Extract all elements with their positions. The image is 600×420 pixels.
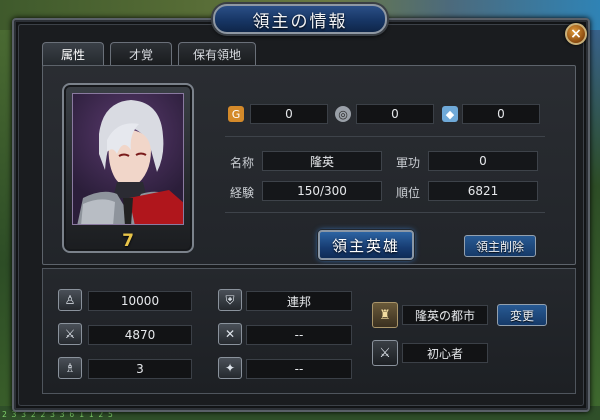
close-icon: × [570, 26, 582, 42]
tab-bar: 属性 才覚 保有領地 [42, 42, 257, 66]
emblem-icon: ✦ [218, 357, 242, 379]
tab-territories[interactable]: 保有領地 [178, 42, 257, 66]
emblem-value: -- [246, 359, 352, 379]
remove-lord-button[interactable]: 領主削除 [464, 235, 536, 257]
lord-portrait [72, 93, 184, 225]
gold-coin-icon: G [228, 106, 244, 122]
name-label: 名称 [229, 156, 254, 170]
troops-value: 10000 [88, 291, 192, 311]
divider-top [225, 136, 545, 137]
units-value: 3 [88, 359, 192, 379]
divider-bottom [225, 212, 545, 213]
stone-value: 0 [356, 104, 434, 124]
tab-attributes[interactable]: 属性 [42, 42, 104, 66]
alliance-shield-icon: ⛨ [218, 289, 242, 311]
rank-title-value: 初心者 [402, 343, 488, 363]
lord-hero-button[interactable]: 領主英雄 [318, 230, 414, 260]
stone-icon: ◎ [335, 106, 351, 122]
mage-icon: ♗ [58, 357, 82, 379]
tab-talent[interactable]: 才覚 [110, 42, 172, 66]
experience-value: 150/300 [262, 181, 382, 201]
lord-level: 7 [122, 231, 134, 251]
crossed-axes-icon: ✕ [218, 323, 242, 345]
sword-icon: ⚔ [58, 323, 82, 345]
rank-label: 順位 [395, 186, 420, 200]
alliance-value: 連邦 [246, 291, 352, 311]
title-crossed-swords-icon: ⚔ [372, 340, 398, 366]
merit-value: 0 [428, 151, 538, 171]
soldier-icon: ♙ [58, 289, 82, 311]
gold-value: 0 [250, 104, 328, 124]
close-button[interactable]: × [565, 23, 587, 45]
name-value: 隆英 [262, 151, 382, 171]
guild-value: -- [246, 325, 352, 345]
city-name-value: 隆英の都市 [402, 305, 488, 325]
dialog-title: 領主の情報 [213, 4, 387, 34]
merit-label: 軍功 [395, 156, 420, 170]
change-city-button[interactable]: 変更 [497, 304, 547, 326]
lord-portrait-image [77, 100, 183, 224]
experience-label: 経験 [229, 186, 254, 200]
rank-value: 6821 [428, 181, 538, 201]
city-castle-icon: ♜ [372, 302, 398, 328]
attack-value: 4870 [88, 325, 192, 345]
crystal-value: 0 [462, 104, 540, 124]
lord-portrait-frame: 7 [62, 83, 194, 253]
crystal-icon: ◆ [442, 106, 458, 122]
